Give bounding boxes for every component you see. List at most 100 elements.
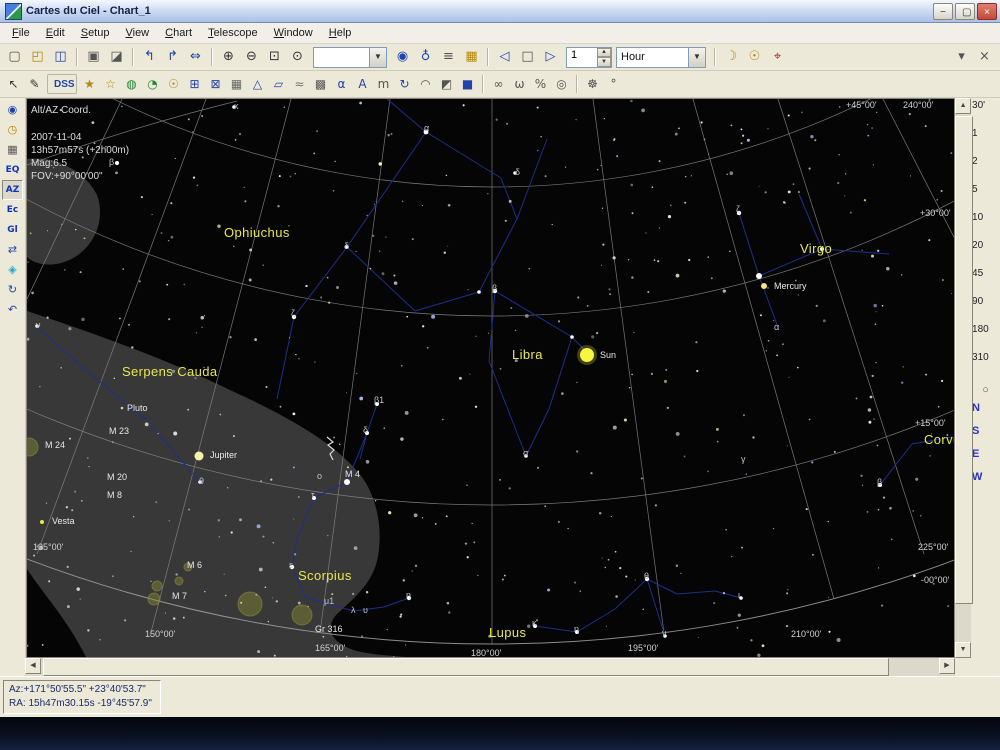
toolbar-collapse-button[interactable]: ▾ <box>950 46 973 68</box>
horizontal-scroll-thumb[interactable] <box>43 658 889 676</box>
compass-button[interactable]: ◎ <box>551 73 572 95</box>
menu-item-file[interactable]: File <box>4 25 38 41</box>
object-search-combo[interactable]: ▼ <box>313 47 387 68</box>
fov-preset-30-[interactable]: 30' <box>971 99 1000 127</box>
scroll-down-button[interactable]: ▼ <box>955 642 971 658</box>
menu-item-setup[interactable]: Setup <box>73 25 118 41</box>
clock-button[interactable]: ◷ <box>2 120 23 140</box>
toolbar-close-button[interactable]: × <box>973 46 996 68</box>
constellation-bounds-button[interactable]: ▱ <box>268 73 289 95</box>
look-direction-w[interactable]: W <box>971 470 1000 493</box>
object-list-button[interactable]: ≡ <box>437 46 460 68</box>
date-button[interactable]: ▦ <box>2 140 23 160</box>
menu-item-edit[interactable]: Edit <box>38 25 73 41</box>
minimize-button[interactable]: − <box>933 3 953 20</box>
shift-right-button[interactable]: ↱ <box>161 46 184 68</box>
projection-mode-button[interactable]: ◠ <box>415 73 436 95</box>
fov-preset-2[interactable]: 2 <box>971 155 1000 183</box>
az-coord-button[interactable]: AZ <box>2 180 23 200</box>
maximize-button[interactable]: ▢ <box>955 3 975 20</box>
sun-marker[interactable] <box>580 348 594 362</box>
menu-item-help[interactable]: Help <box>321 25 360 41</box>
look-direction-s[interactable]: S <box>971 424 1000 447</box>
horizontal-scrollbar[interactable]: ◀ ▶ <box>25 658 955 676</box>
step-forward-button[interactable]: ▷ <box>539 46 562 68</box>
fov-preset-10[interactable]: 10 <box>971 211 1000 239</box>
solar-system-button[interactable]: ☉ <box>743 46 766 68</box>
search-object-button[interactable]: ◉ <box>391 46 414 68</box>
new-chart-button[interactable]: ▢ <box>3 46 26 68</box>
save-chart-button[interactable]: ◫ <box>49 46 72 68</box>
look-direction-e[interactable]: E <box>971 447 1000 470</box>
spinner-up-button[interactable]: ▲ <box>597 48 611 58</box>
scroll-right-button[interactable]: ▶ <box>939 658 955 674</box>
pan-chart-button[interactable]: ⇔ <box>184 46 207 68</box>
spinner-down-button[interactable]: ▼ <box>597 57 611 67</box>
fov-preset-310[interactable]: 310 <box>971 351 1000 379</box>
select-cursor-button[interactable]: ↖ <box>3 73 24 95</box>
grid-density-button[interactable]: ▦ <box>226 73 247 95</box>
menu-item-window[interactable]: Window <box>266 25 321 41</box>
undo-view-button[interactable]: ↶ <box>2 300 23 320</box>
vertical-scroll-track[interactable] <box>955 114 971 642</box>
look-direction-n[interactable]: N <box>971 401 1000 424</box>
fov-preset-90[interactable]: 90 <box>971 295 1000 323</box>
fov-preset-180[interactable]: 180 <box>971 323 1000 351</box>
cascade-windows-button[interactable]: ▣ <box>82 46 105 68</box>
mercury-marker[interactable] <box>761 283 767 289</box>
zoom-reset-button[interactable]: ⊙ <box>286 46 309 68</box>
zoom-window-button[interactable]: ⊡ <box>263 46 286 68</box>
zoom-in-button[interactable]: ⊕ <box>217 46 240 68</box>
color-scheme-button[interactable]: ■ <box>457 73 478 95</box>
scroll-up-button[interactable]: ▲ <box>955 98 971 114</box>
greek-labels-button[interactable]: ω <box>509 73 530 95</box>
stars-brighter-button[interactable]: ★ <box>79 73 100 95</box>
dss-button[interactable]: DSS <box>47 74 77 94</box>
step-back-button[interactable]: ◁ <box>493 46 516 68</box>
ecliptic-coord-button[interactable]: Ec <box>2 200 23 220</box>
menu-item-telescope[interactable]: Telescope <box>200 25 266 41</box>
shift-left-button[interactable]: ↰ <box>138 46 161 68</box>
flip-horizontal-button[interactable]: ⇄ <box>2 240 23 260</box>
deepsky-toggle-button[interactable]: ◍ <box>121 73 142 95</box>
planets-toggle-button[interactable]: ☉ <box>163 73 184 95</box>
jupiter-marker[interactable] <box>194 452 203 461</box>
open-chart-button[interactable]: ◰ <box>26 46 49 68</box>
center-cursor-button[interactable]: ♁ <box>414 46 437 68</box>
horizontal-scroll-track[interactable] <box>41 658 939 676</box>
vesta-marker[interactable] <box>40 520 44 524</box>
close-button[interactable]: × <box>977 3 997 20</box>
constellation-lines-button[interactable]: △ <box>247 73 268 95</box>
zoom-out-button[interactable]: ⊖ <box>240 46 263 68</box>
fov-preset-5[interactable]: 5 <box>971 183 1000 211</box>
milkyway-toggle-button[interactable]: ≈ <box>289 73 310 95</box>
sky-chart[interactable]: Alt/AZ Coord.2007-11-0413h57m57s (+2h00m… <box>26 98 955 658</box>
pluto-marker[interactable] <box>121 407 124 410</box>
tile-windows-button[interactable]: ◪ <box>105 46 128 68</box>
fov-preset-1[interactable]: 1 <box>971 127 1000 155</box>
scroll-left-button[interactable]: ◀ <box>25 658 41 674</box>
magnitude-labels-button[interactable]: m <box>373 73 394 95</box>
night-vision-button[interactable]: ☽ <box>720 46 743 68</box>
link-charts-button[interactable]: ∞ <box>488 73 509 95</box>
az-grid-button[interactable]: ⊠ <box>205 73 226 95</box>
telescope-goto-button[interactable]: ⌖ <box>766 46 789 68</box>
chevron-down-icon[interactable]: ▼ <box>369 48 386 67</box>
menu-item-view[interactable]: View <box>117 25 157 41</box>
degree-display-button[interactable]: ° <box>603 73 624 95</box>
stop-animation-button[interactable]: □ <box>516 46 539 68</box>
nebula-toggle-button[interactable]: ◔ <box>142 73 163 95</box>
background-image-button[interactable]: ▩ <box>310 73 331 95</box>
eq-coord-button[interactable]: EQ <box>2 160 23 180</box>
fov-preset-45[interactable]: 45 <box>971 267 1000 295</box>
percent-labels-button[interactable]: % <box>530 73 551 95</box>
fov-preset-20[interactable]: 20 <box>971 239 1000 267</box>
rotate-chart-button[interactable]: ↻ <box>2 280 23 300</box>
chevron-down-icon[interactable]: ▼ <box>688 48 705 67</box>
chart-info-button[interactable]: ◉ <box>2 100 23 120</box>
menu-item-chart[interactable]: Chart <box>157 25 200 41</box>
custom-fov-button[interactable]: ○ <box>971 379 1000 401</box>
galactic-coord-button[interactable]: Gl <box>2 220 23 240</box>
time-interval-combo[interactable]: Hour ▼ <box>616 47 706 68</box>
stars-fainter-button[interactable]: ☆ <box>100 73 121 95</box>
